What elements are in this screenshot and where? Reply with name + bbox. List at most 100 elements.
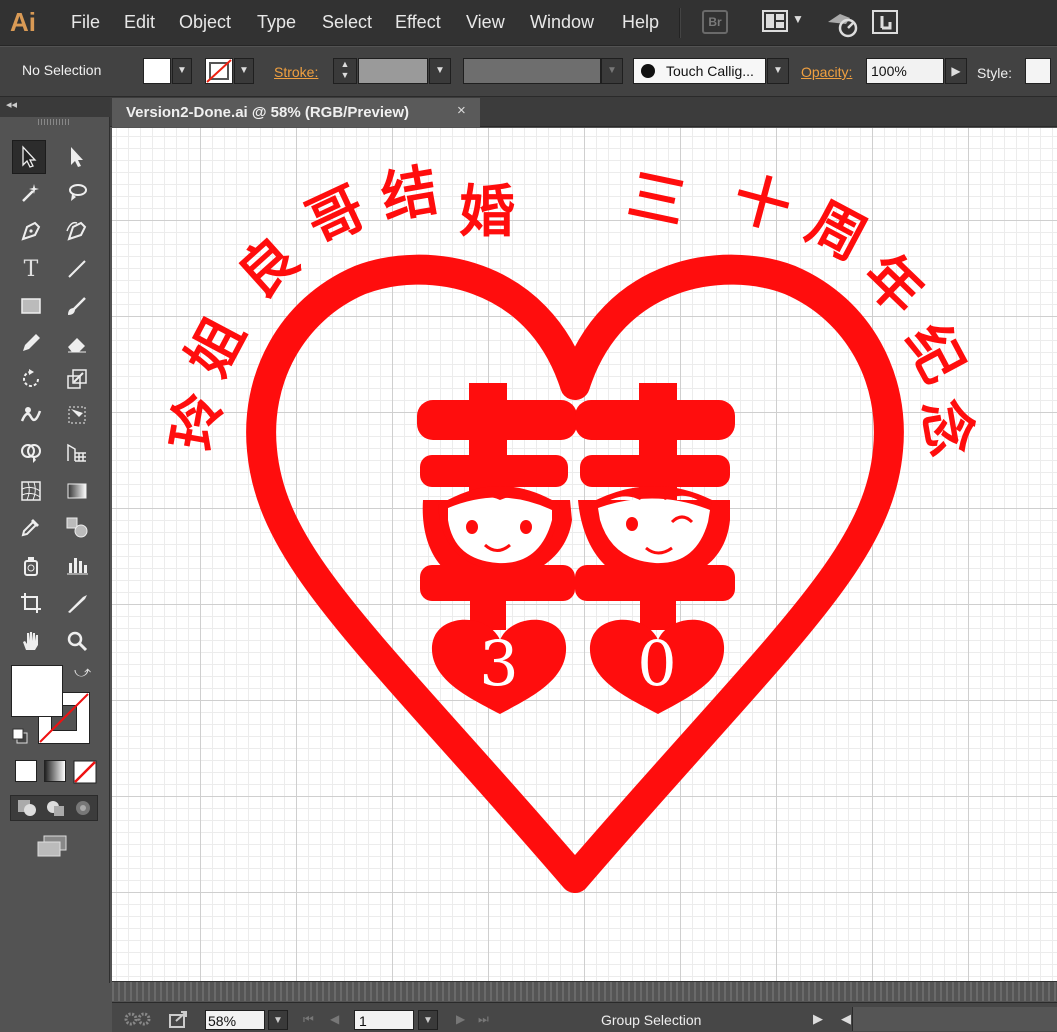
pencil-icon[interactable]: [14, 326, 48, 360]
stroke-dropdown[interactable]: ▼: [234, 58, 254, 84]
arrange-documents-icon[interactable]: [762, 10, 788, 32]
arc-char-12: 念: [909, 394, 984, 461]
scroll-left-icon[interactable]: ◀: [841, 1011, 851, 1027]
panel-grip[interactable]: [38, 119, 70, 125]
menu-object[interactable]: Object: [179, 12, 231, 33]
graphic-style-swatch[interactable]: [1025, 58, 1051, 84]
warp-tool-icon[interactable]: [14, 398, 48, 432]
line-tool-icon[interactable]: [60, 252, 94, 286]
sync-settings-icon[interactable]: [870, 8, 902, 38]
gradient-mode-button[interactable]: [44, 760, 66, 782]
stroke-weight-dropdown[interactable]: ▼: [429, 58, 451, 84]
column-graph-icon[interactable]: [60, 548, 94, 582]
opacity-slider-button[interactable]: ▶: [945, 58, 967, 84]
type-tool-icon[interactable]: T: [14, 252, 48, 286]
previous-artboard-icon[interactable]: ◀: [330, 1012, 339, 1026]
paintbrush-icon[interactable]: [60, 289, 94, 323]
artboard-number-field[interactable]: 1: [354, 1010, 414, 1030]
arc-char-4: 哥: [297, 174, 376, 257]
draw-normal-icon[interactable]: [16, 798, 38, 818]
arc-char-3: 良: [225, 225, 311, 312]
draw-inside-icon[interactable]: [72, 798, 94, 818]
arc-char-10: 年: [850, 241, 936, 327]
stroke-color-swatch[interactable]: [205, 58, 233, 84]
horizontal-scrollbar[interactable]: [112, 981, 1057, 1001]
menu-select[interactable]: Select: [322, 12, 372, 33]
direct-selection-tool-icon[interactable]: [60, 140, 94, 174]
symbol-sprayer-icon[interactable]: [14, 548, 48, 582]
default-colors-icon[interactable]: [12, 728, 28, 744]
close-icon[interactable]: ×: [457, 102, 466, 119]
share-icon[interactable]: [168, 1009, 190, 1029]
opacity-field[interactable]: 100%: [866, 58, 944, 84]
brush-dot-icon: [641, 64, 655, 78]
blend-tool-icon[interactable]: [60, 510, 94, 544]
menu-file[interactable]: File: [71, 12, 100, 33]
selection-tool-icon[interactable]: [12, 140, 46, 174]
next-artboard-icon[interactable]: ▶: [456, 1012, 465, 1026]
arc-char-8: 十: [726, 165, 797, 243]
fill-box[interactable]: [11, 665, 63, 717]
slice-tool-icon[interactable]: [60, 586, 94, 620]
menu-help[interactable]: Help: [622, 12, 659, 33]
zoom-field[interactable]: 58%: [205, 1010, 265, 1030]
artboard-tool-icon[interactable]: [14, 586, 48, 620]
opacity-label[interactable]: Opacity:: [801, 64, 852, 80]
zoom-tool-icon[interactable]: [60, 624, 94, 658]
stroke-label[interactable]: Stroke:: [274, 64, 318, 80]
color-mode-button[interactable]: [15, 760, 37, 782]
magic-wand-icon[interactable]: [14, 176, 48, 210]
heart-outline[interactable]: [246, 254, 904, 893]
shape-builder-icon[interactable]: [14, 436, 48, 470]
menu-edit[interactable]: Edit: [124, 12, 155, 33]
fill-color-swatch[interactable]: [143, 58, 171, 84]
scale-tool-icon[interactable]: [60, 362, 94, 396]
artwork[interactable]: 3 0 玲 姐 良 哥 结 婚 三 十 周 年 纪 念: [112, 128, 1057, 981]
gradient-tool-icon[interactable]: [60, 474, 94, 508]
screen-mode-icon[interactable]: [36, 834, 68, 858]
arc-char-7: 三: [623, 161, 691, 237]
menu-view[interactable]: View: [466, 12, 505, 33]
swap-fill-stroke-icon[interactable]: ⤻: [74, 664, 91, 682]
chevron-down-icon[interactable]: ▼: [792, 12, 804, 26]
first-artboard-icon[interactable]: ⏮: [303, 1012, 314, 1027]
eyedropper-icon[interactable]: [14, 510, 48, 544]
selection-status: No Selection: [22, 62, 102, 78]
brush-dropdown[interactable]: ▼: [767, 58, 789, 84]
collapse-panel-icon[interactable]: ◂◂: [6, 98, 17, 111]
menu-window[interactable]: Window: [530, 12, 594, 33]
rectangle-tool-icon[interactable]: [14, 289, 48, 323]
rotate-tool-icon[interactable]: [14, 362, 48, 396]
status-menu-icon[interactable]: ▶: [813, 1011, 823, 1027]
last-artboard-icon[interactable]: ⏭: [478, 1012, 489, 1027]
profile-dropdown[interactable]: ▼: [601, 58, 623, 84]
gear-icon[interactable]: [123, 1011, 153, 1027]
free-transform-icon[interactable]: [60, 398, 94, 432]
menu-effect[interactable]: Effect: [395, 12, 441, 33]
draw-behind-icon[interactable]: [44, 798, 66, 818]
mesh-tool-icon[interactable]: [14, 474, 48, 508]
fill-dropdown[interactable]: ▼: [172, 58, 192, 84]
menu-separator: [679, 8, 681, 38]
bridge-icon[interactable]: Br: [702, 10, 728, 34]
arc-char-2: 姐: [174, 307, 259, 387]
stroke-weight-stepper[interactable]: ▲ ▼: [333, 58, 357, 84]
variable-width-profile[interactable]: [463, 58, 601, 84]
zoom-dropdown[interactable]: ▼: [268, 1010, 288, 1030]
eraser-icon[interactable]: [60, 326, 94, 360]
stroke-weight-field[interactable]: [358, 58, 428, 84]
status-scroll-area[interactable]: [852, 1007, 1057, 1031]
lasso-icon[interactable]: [60, 176, 94, 210]
style-label: Style:: [977, 65, 1013, 81]
none-mode-button[interactable]: [73, 760, 97, 784]
curvature-tool-icon[interactable]: [60, 214, 94, 248]
menu-type[interactable]: Type: [257, 12, 296, 33]
pen-tool-icon[interactable]: [14, 214, 48, 248]
artboard-dropdown[interactable]: ▼: [418, 1010, 438, 1030]
hand-tool-icon[interactable]: [14, 624, 48, 658]
arc-char-11: 纪: [892, 313, 977, 393]
gpu-performance-icon[interactable]: [826, 8, 860, 38]
arc-char-6: 婚: [459, 179, 515, 245]
perspective-grid-icon[interactable]: [60, 436, 94, 470]
document-title: Version2-Done.ai @ 58% (RGB/Preview): [126, 104, 410, 121]
